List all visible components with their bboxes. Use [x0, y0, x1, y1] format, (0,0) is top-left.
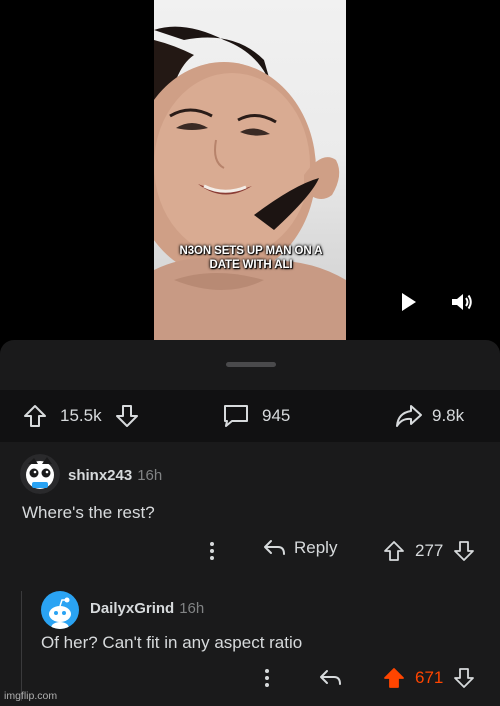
- play-icon: [402, 293, 416, 311]
- comment-bubble-icon: [224, 405, 248, 427]
- upvote-group: 15.5k: [22, 403, 140, 429]
- post-action-bar: 15.5k 945 9.8k: [0, 390, 500, 442]
- snoo-avatar-icon: [49, 597, 71, 629]
- reply-label: Reply: [294, 538, 338, 557]
- comment-username[interactable]: DailyxGrind: [90, 600, 174, 617]
- snoo-avatar-icon: [20, 454, 60, 494]
- avatar[interactable]: [20, 454, 60, 494]
- upvote-arrow-icon[interactable]: [22, 403, 48, 429]
- downvote-arrow-icon[interactable]: [453, 667, 475, 689]
- comment-timestamp: 16h: [137, 467, 163, 484]
- sheet-drag-handle[interactable]: [226, 362, 276, 367]
- volume-button[interactable]: [450, 291, 474, 313]
- comment-1-header: shinx243 16h: [68, 467, 162, 484]
- comment-2-votes: 671: [383, 665, 475, 691]
- thread-line[interactable]: [21, 591, 22, 701]
- reply-button[interactable]: Reply: [262, 538, 337, 558]
- upvote-arrow-icon[interactable]: [383, 667, 405, 689]
- share-count: 9.8k: [432, 406, 465, 425]
- comment-count: 945: [262, 406, 291, 425]
- more-options-icon[interactable]: [209, 541, 215, 561]
- downvote-arrow-icon[interactable]: [453, 540, 475, 562]
- reply-arrow-icon[interactable]: [318, 668, 342, 688]
- comments-button[interactable]: 945: [222, 403, 290, 429]
- comment-body: Of her? Can't fit in any aspect ratio: [41, 633, 303, 652]
- video-caption: N3ON SETS UP MAN ON A DATE WITH ALI: [172, 244, 330, 272]
- vote-count: 277: [415, 541, 444, 560]
- comment-username[interactable]: shinx243: [68, 467, 132, 484]
- video-still-image: [154, 26, 346, 340]
- caption-line-1: N3ON SETS UP MAN ON A: [179, 245, 323, 257]
- downvote-arrow-icon[interactable]: [114, 403, 140, 429]
- volume-icon: [452, 294, 472, 310]
- video-frame: [154, 0, 346, 340]
- more-options-icon[interactable]: [264, 668, 270, 688]
- share-arrow-icon: [396, 405, 422, 427]
- comment-2-header: DailyxGrind 16h: [90, 600, 204, 617]
- comment-1-votes: 277: [383, 538, 475, 564]
- play-button[interactable]: [397, 291, 419, 313]
- video-player[interactable]: N3ON SETS UP MAN ON A DATE WITH ALI: [0, 0, 500, 340]
- comment-body: Where's the rest?: [22, 503, 155, 522]
- caption-line-2: DATE WITH ALI: [209, 259, 293, 271]
- watermark: imgflip.com: [4, 690, 58, 702]
- upvote-arrow-icon[interactable]: [383, 540, 405, 562]
- upvote-count: 15.5k: [60, 406, 102, 425]
- comment-timestamp: 16h: [179, 600, 205, 617]
- share-button[interactable]: 9.8k: [394, 403, 464, 429]
- vote-count: 671: [415, 668, 444, 687]
- reply-arrow-icon: [264, 540, 285, 555]
- avatar[interactable]: [41, 591, 79, 629]
